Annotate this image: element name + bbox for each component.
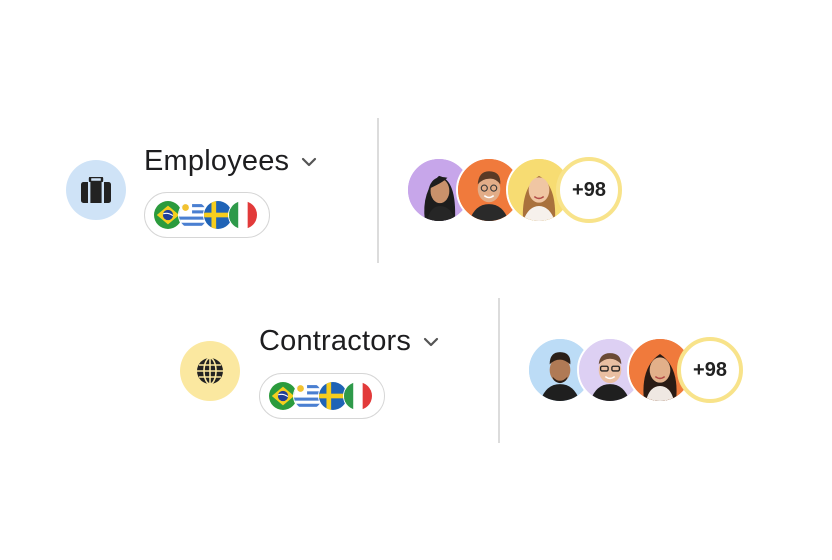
contractors-flags-pill[interactable] (259, 373, 385, 419)
briefcase-icon (66, 160, 126, 220)
chevron-down-icon[interactable] (301, 157, 317, 167)
divider (377, 118, 379, 263)
employees-avatar-stack[interactable]: +98 (406, 157, 622, 223)
divider (498, 298, 500, 443)
employees-flags-pill[interactable] (144, 192, 270, 238)
chevron-down-icon[interactable] (423, 337, 439, 347)
employees-title: Employees (144, 145, 290, 177)
employees-dropdown[interactable]: Employees (144, 145, 317, 178)
contractors-title: Contractors (259, 325, 412, 357)
globe-icon (180, 341, 240, 401)
more-members-badge[interactable]: +98 (677, 337, 743, 403)
italy-flag-icon (343, 381, 373, 411)
more-members-badge[interactable]: +98 (556, 157, 622, 223)
contractors-avatar-stack[interactable]: +98 (527, 337, 743, 403)
italy-flag-icon (228, 200, 258, 230)
contractors-dropdown[interactable]: Contractors (259, 325, 439, 358)
